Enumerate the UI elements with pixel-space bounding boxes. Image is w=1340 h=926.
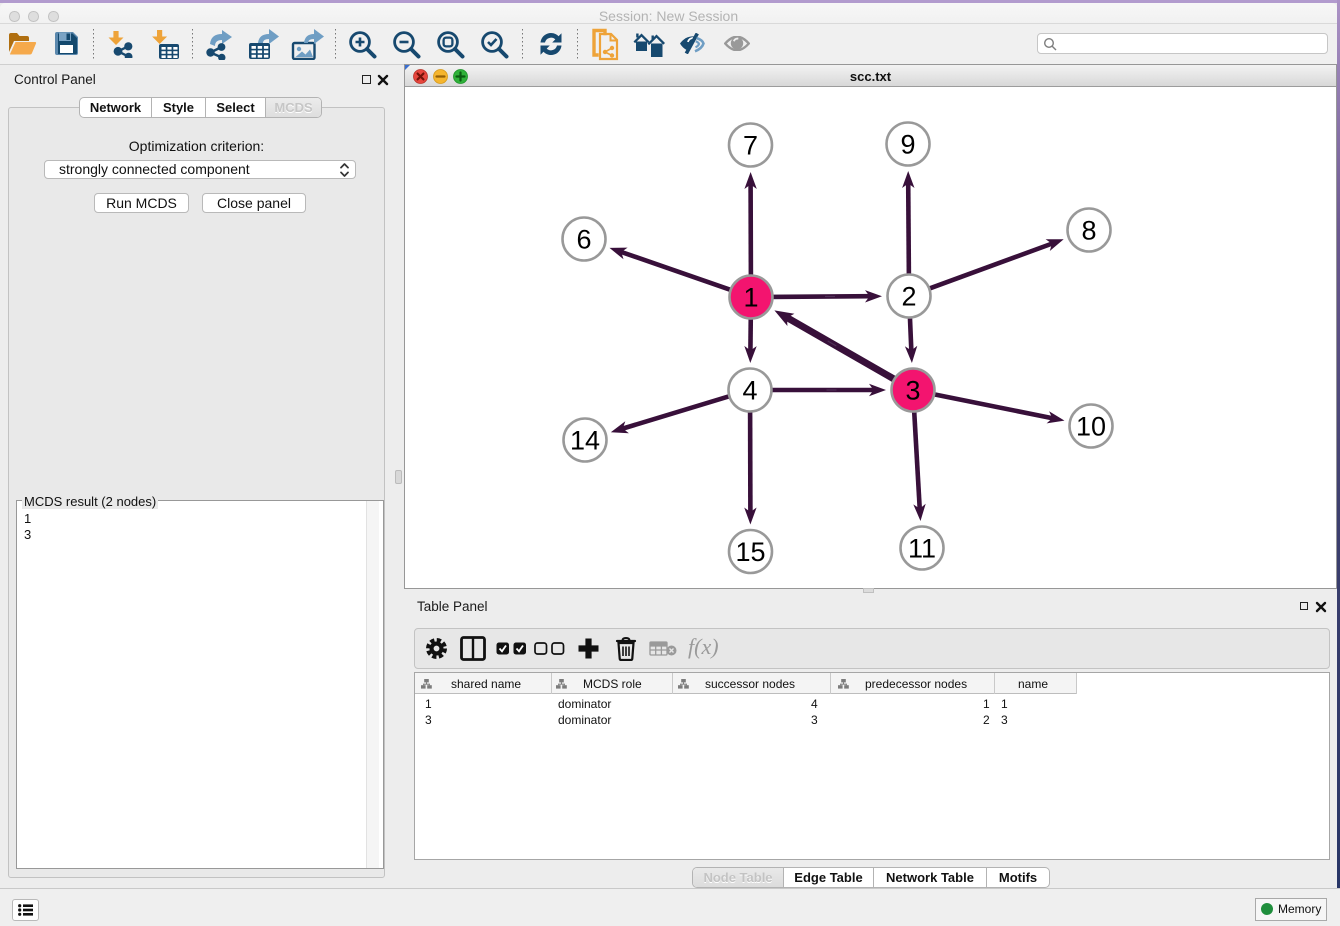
svg-text:8: 8 (1081, 216, 1096, 246)
svg-text:15: 15 (735, 537, 765, 567)
svg-text:9: 9 (900, 130, 915, 160)
svg-text:2: 2 (901, 282, 916, 312)
svg-text:11: 11 (908, 534, 936, 564)
svg-text:6: 6 (576, 225, 591, 255)
svg-text:7: 7 (743, 131, 758, 161)
svg-text:4: 4 (742, 376, 757, 406)
svg-text:3: 3 (905, 376, 920, 406)
svg-text:14: 14 (570, 426, 600, 456)
svg-text:1: 1 (743, 283, 758, 313)
svg-text:10: 10 (1076, 412, 1106, 442)
